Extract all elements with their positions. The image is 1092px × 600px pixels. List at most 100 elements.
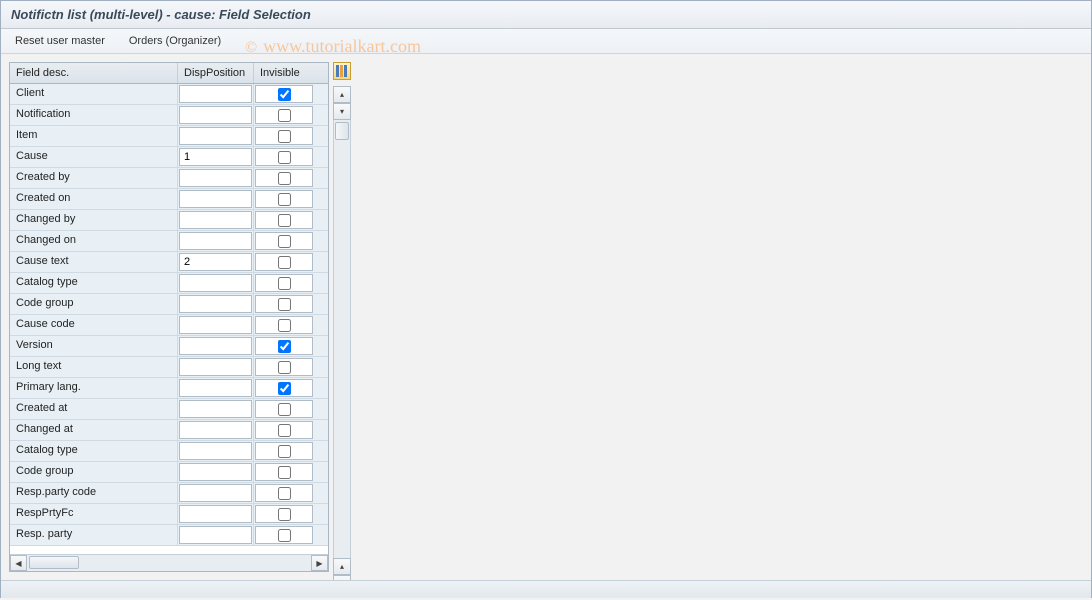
table-row: Created on — [10, 189, 328, 210]
disp-position-input[interactable] — [179, 106, 252, 124]
invisible-cell — [254, 231, 314, 251]
invisible-checkbox[interactable] — [278, 361, 291, 374]
field-desc-cell: Primary lang. — [10, 378, 178, 398]
disp-position-input[interactable] — [179, 190, 252, 208]
invisible-checkbox[interactable] — [278, 109, 291, 122]
invisible-checkbox[interactable] — [278, 445, 291, 458]
invisible-cell — [254, 294, 314, 314]
disp-position-input[interactable] — [179, 484, 252, 502]
invisible-checkbox[interactable] — [278, 235, 291, 248]
field-selection-table: Field desc. DispPosition Invisible Clien… — [9, 62, 329, 572]
invisible-cell — [254, 189, 314, 209]
invisible-cell — [254, 273, 314, 293]
disp-position-input[interactable] — [179, 400, 252, 418]
invisible-cell — [254, 420, 314, 440]
invisible-checkbox[interactable] — [278, 256, 291, 269]
disp-position-input[interactable] — [179, 505, 252, 523]
vscroll-thumb[interactable] — [335, 122, 349, 140]
hscroll-track[interactable] — [27, 555, 311, 571]
disp-position-input[interactable] — [179, 379, 252, 397]
disp-position-input[interactable] — [179, 337, 252, 355]
invisible-checkbox[interactable] — [278, 508, 291, 521]
invisible-cell — [254, 357, 314, 377]
field-desc-cell: RespPrtyFc — [10, 504, 178, 524]
table-settings-button[interactable] — [333, 62, 351, 80]
disp-position-input[interactable] — [179, 463, 252, 481]
invisible-checkbox[interactable] — [278, 382, 291, 395]
invisible-checkbox[interactable] — [278, 151, 291, 164]
app-window: Notifictn list (multi-level) - cause: Fi… — [0, 0, 1092, 598]
disp-position-input[interactable] — [179, 85, 252, 103]
disp-position-cell — [178, 420, 254, 440]
disp-position-input[interactable] — [179, 253, 252, 271]
scroll-up-bottom-button[interactable]: ▴ — [333, 558, 351, 575]
reset-user-master-button[interactable]: Reset user master — [11, 33, 109, 49]
invisible-checkbox[interactable] — [278, 466, 291, 479]
invisible-checkbox[interactable] — [278, 172, 291, 185]
scroll-right-button[interactable]: ▶ — [311, 555, 328, 571]
table-row: Changed on — [10, 231, 328, 252]
invisible-checkbox[interactable] — [278, 403, 291, 416]
invisible-cell — [254, 84, 314, 104]
invisible-checkbox[interactable] — [278, 88, 291, 101]
invisible-checkbox[interactable] — [278, 193, 291, 206]
disp-position-cell — [178, 525, 254, 545]
disp-position-input[interactable] — [179, 127, 252, 145]
disp-position-cell — [178, 168, 254, 188]
invisible-checkbox[interactable] — [278, 319, 291, 332]
field-desc-cell: Long text — [10, 357, 178, 377]
invisible-checkbox[interactable] — [278, 424, 291, 437]
table-row: Created at — [10, 399, 328, 420]
invisible-checkbox[interactable] — [278, 277, 291, 290]
hscroll-thumb[interactable] — [29, 556, 79, 569]
field-desc-cell: Code group — [10, 462, 178, 482]
field-desc-cell: Version — [10, 336, 178, 356]
scroll-left-button[interactable]: ◀ — [10, 555, 27, 571]
col-header-invisible[interactable]: Invisible — [254, 63, 314, 83]
table-row: Item — [10, 126, 328, 147]
disp-position-input[interactable] — [179, 295, 252, 313]
disp-position-input[interactable] — [179, 232, 252, 250]
field-desc-cell: Changed on — [10, 231, 178, 251]
table-settings-icon — [336, 65, 348, 77]
table-row: Primary lang. — [10, 378, 328, 399]
disp-position-cell — [178, 441, 254, 461]
field-desc-cell: Cause — [10, 147, 178, 167]
status-bar — [1, 580, 1091, 598]
scroll-up-button[interactable]: ▴ — [333, 86, 351, 103]
disp-position-cell — [178, 252, 254, 272]
invisible-checkbox[interactable] — [278, 487, 291, 500]
table-row: Cause text — [10, 252, 328, 273]
col-header-field-desc[interactable]: Field desc. — [10, 63, 178, 83]
disp-position-input[interactable] — [179, 211, 252, 229]
disp-position-input[interactable] — [179, 442, 252, 460]
invisible-cell — [254, 441, 314, 461]
disp-position-input[interactable] — [179, 148, 252, 166]
disp-position-cell — [178, 357, 254, 377]
disp-position-input[interactable] — [179, 358, 252, 376]
invisible-checkbox[interactable] — [278, 130, 291, 143]
invisible-checkbox[interactable] — [278, 340, 291, 353]
field-desc-cell: Cause code — [10, 315, 178, 335]
col-header-disp-position[interactable]: DispPosition — [178, 63, 254, 83]
vscroll-track[interactable] — [333, 120, 351, 558]
horizontal-scrollbar[interactable]: ◀ ▶ — [10, 554, 328, 571]
disp-position-input[interactable] — [179, 526, 252, 544]
table-row: Client — [10, 84, 328, 105]
invisible-checkbox[interactable] — [278, 298, 291, 311]
disp-position-input[interactable] — [179, 274, 252, 292]
invisible-checkbox[interactable] — [278, 529, 291, 542]
table-row: Code group — [10, 294, 328, 315]
vertical-scrollbar[interactable]: ▴ ▾ ▴ ▾ — [333, 86, 351, 592]
disp-position-input[interactable] — [179, 316, 252, 334]
disp-position-cell — [178, 105, 254, 125]
orders-organizer-button[interactable]: Orders (Organizer) — [125, 33, 225, 49]
invisible-cell — [254, 252, 314, 272]
invisible-cell — [254, 378, 314, 398]
disp-position-input[interactable] — [179, 421, 252, 439]
invisible-cell — [254, 126, 314, 146]
invisible-checkbox[interactable] — [278, 214, 291, 227]
scroll-down-small-button[interactable]: ▾ — [333, 103, 351, 120]
disp-position-input[interactable] — [179, 169, 252, 187]
field-desc-cell: Changed by — [10, 210, 178, 230]
